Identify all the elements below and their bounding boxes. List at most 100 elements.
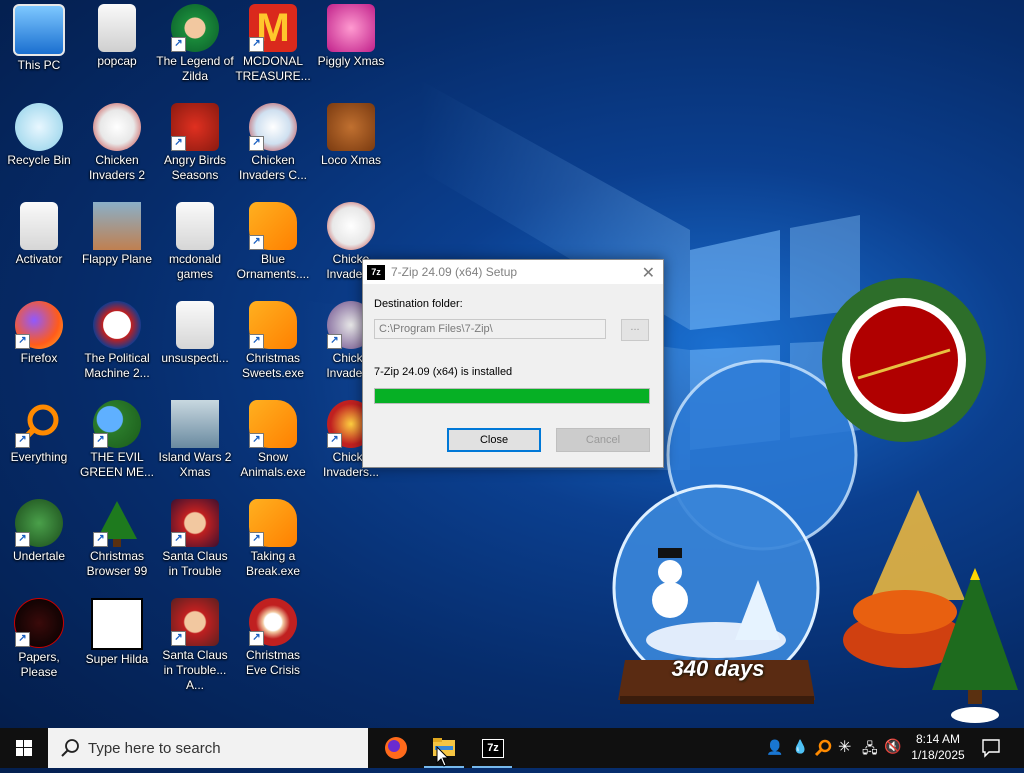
desktop-icon-label: This PC — [17, 58, 61, 72]
shortcut-arrow-icon: ↗ — [15, 433, 30, 448]
desktop-icon-loco-xmas[interactable]: Loco Xmas — [312, 99, 390, 195]
taskbar-firefox[interactable] — [372, 728, 420, 768]
desktop-icon-label: Loco Xmas — [320, 153, 382, 167]
desktop-icon-this-pc[interactable]: This PC — [0, 0, 78, 96]
desktop-icon-label: Snow Animals.exe — [240, 450, 306, 479]
search-icon — [61, 739, 79, 757]
dialog-titlebar[interactable]: 7z 7-Zip 24.09 (x64) Setup ✕ — [363, 260, 663, 284]
desktop-icon-taking-a-break[interactable]: ↗ Taking a Break.exe — [234, 495, 312, 591]
drop-icon[interactable]: 💧 — [792, 739, 808, 755]
wallpaper-countdown: 340 days — [671, 656, 765, 681]
puzzle-icon: ↗ — [249, 400, 297, 448]
desktop-icon-label: THE EVIL GREEN ME... — [79, 450, 154, 479]
shortcut-arrow-icon: ↗ — [171, 37, 186, 52]
folder-icon — [176, 301, 214, 349]
desktop-icon-christmas-browser[interactable]: ↗ Christmas Browser 99 — [78, 495, 156, 591]
network-icon[interactable]: 🖧 — [862, 738, 878, 762]
santa-icon: ↗ — [249, 598, 297, 646]
destination-folder-field: C:\Program Files\7-Zip\ — [374, 319, 606, 339]
mouse-cursor-icon — [436, 746, 450, 767]
taskbar-search-box[interactable]: Type here to search — [48, 728, 368, 768]
shortcut-arrow-icon: ↗ — [15, 334, 30, 349]
desktop-icon-santa-claus-trouble[interactable]: ↗ Santa Claus in Trouble — [156, 495, 234, 591]
zilda-icon: ↗ — [171, 4, 219, 52]
shortcut-arrow-icon: ↗ — [249, 136, 264, 151]
recycle-bin-icon — [15, 103, 63, 151]
desktop-icon-angry-birds-seasons[interactable]: ↗ Angry Birds Seasons — [156, 99, 234, 195]
search-tool-icon[interactable] — [814, 739, 832, 757]
desktop-icon-undertale[interactable]: ↗ Undertale — [0, 495, 78, 591]
shortcut-arrow-icon: ↗ — [93, 532, 108, 547]
desktop-icon-super-hilda[interactable]: Super Hilda — [78, 594, 156, 690]
desktop-icon-island-wars[interactable]: Island Wars 2 Xmas — [156, 396, 234, 492]
desktop-icon-santa-claus-trouble-a[interactable]: ↗ Santa Claus in Trouble... A... — [156, 594, 234, 692]
papers-please-icon: ↗ — [14, 598, 64, 648]
desktop-icon-label: mcdonald games — [168, 252, 222, 281]
desktop-icon-chicken-invaders-c[interactable]: ↗ Chicken Invaders C... — [234, 99, 312, 195]
santa-icon: ↗ — [171, 598, 219, 646]
desktop-icon-christmas-sweets[interactable]: ↗ Christmas Sweets.exe — [234, 297, 312, 393]
firefox-icon: ↗ — [15, 301, 63, 349]
snowflake-icon[interactable]: ✳ — [838, 737, 851, 757]
notification-center-icon[interactable] — [980, 737, 1002, 759]
desktop-icon-label: Christmas Eve Crisis — [245, 648, 300, 677]
shortcut-arrow-icon: ↗ — [249, 334, 264, 349]
clock-date: 1/18/2025 — [911, 748, 965, 762]
desktop-icon-mcdonal-treasure[interactable]: M ↗ MCDONAL TREASURE... — [234, 0, 312, 96]
desktop-icon-label: unsuspecti... — [161, 351, 229, 365]
browse-button: ... — [621, 319, 649, 341]
desktop-icon-mcdonald-games[interactable]: mcdonald games — [156, 198, 234, 294]
desktop-icon-papers-please[interactable]: ↗ Papers, Please — [0, 594, 78, 690]
clock-time: 8:14 AM — [915, 732, 961, 746]
user-icon[interactable]: 👤 — [766, 739, 783, 756]
start-button[interactable] — [0, 728, 48, 768]
desktop-icon-political-machine[interactable]: The Political Machine 2... — [78, 297, 156, 393]
desktop-icon-label: Chicken Invaders C... — [238, 153, 308, 182]
desktop-icon-label: Taking a Break.exe — [245, 549, 301, 578]
shortcut-arrow-icon: ↗ — [249, 235, 264, 250]
progress-fill — [375, 389, 649, 403]
desktop-icon-piggly-xmas[interactable]: Piggly Xmas — [312, 0, 390, 96]
shortcut-arrow-icon: ↗ — [171, 136, 186, 151]
desktop-icon-flappy-plane[interactable]: Flappy Plane — [78, 198, 156, 294]
shortcut-arrow-icon: ↗ — [249, 532, 264, 547]
christmas-tree-icon: ↗ — [93, 499, 141, 547]
island-wars-icon — [171, 400, 219, 448]
volume-muted-icon[interactable]: 🔇 — [884, 738, 901, 755]
puzzle-icon: ↗ — [249, 499, 297, 547]
desktop-icon-snow-animals[interactable]: ↗ Snow Animals.exe — [234, 396, 312, 492]
taskbar: Type here to search 7z 👤 💧 ✳ 🖧 🔇 8:14 AM… — [0, 728, 1024, 768]
desktop-icon-label: The Legend of Zilda — [156, 54, 234, 83]
shortcut-arrow-icon: ↗ — [15, 632, 30, 647]
desktop-icon-popcap[interactable]: popcap — [78, 0, 156, 96]
desktop-icon-evil-green-me[interactable]: ↗ THE EVIL GREEN ME... — [78, 396, 156, 492]
close-button[interactable]: Close — [447, 428, 541, 452]
close-icon[interactable]: ✕ — [642, 263, 655, 283]
shortcut-arrow-icon: ↗ — [249, 631, 264, 646]
desktop-icon-everything[interactable]: ↗ Everything — [0, 396, 78, 492]
desktop-icon-firefox[interactable]: ↗ Firefox — [0, 297, 78, 393]
desktop-icon-activator[interactable]: Activator — [0, 198, 78, 294]
desktop-icon-label: The Political Machine 2... — [84, 351, 150, 380]
mcdonalds-icon: M ↗ — [249, 4, 297, 52]
taskbar-7zip[interactable]: 7z — [468, 728, 516, 768]
desktop-icon-legend-of-zilda[interactable]: ↗ The Legend of Zilda — [156, 0, 234, 96]
desktop-icon-christmas-eve-crisis[interactable]: ↗ Christmas Eve Crisis — [234, 594, 312, 690]
shortcut-arrow-icon: ↗ — [15, 532, 30, 547]
chicken-icon — [93, 103, 141, 151]
desktop-icon-label: Firefox — [20, 351, 58, 365]
taskbar-clock[interactable]: 8:14 AM 1/18/2025 — [906, 731, 970, 763]
desktop-icon-label: Flappy Plane — [81, 252, 153, 266]
undertale-icon: ↗ — [15, 499, 63, 547]
pig-icon — [327, 4, 375, 52]
desktop-icon-label: Christmas Browser 99 — [86, 549, 148, 578]
desktop-icon-chicken-invaders-2[interactable]: Chicken Invaders 2 — [78, 99, 156, 195]
chicken-icon: ↗ — [249, 103, 297, 151]
desktop-icon-label: Everything — [10, 450, 68, 464]
install-status-text: 7-Zip 24.09 (x64) is installed — [374, 366, 513, 378]
desktop-icon-recycle-bin[interactable]: Recycle Bin — [0, 99, 78, 195]
firefox-icon — [385, 737, 407, 759]
destination-folder-label: Destination folder: — [374, 298, 463, 310]
desktop-icon-unsuspecti[interactable]: unsuspecti... — [156, 297, 234, 393]
desktop-icon-blue-ornaments[interactable]: ↗ Blue Ornaments.... — [234, 198, 312, 294]
